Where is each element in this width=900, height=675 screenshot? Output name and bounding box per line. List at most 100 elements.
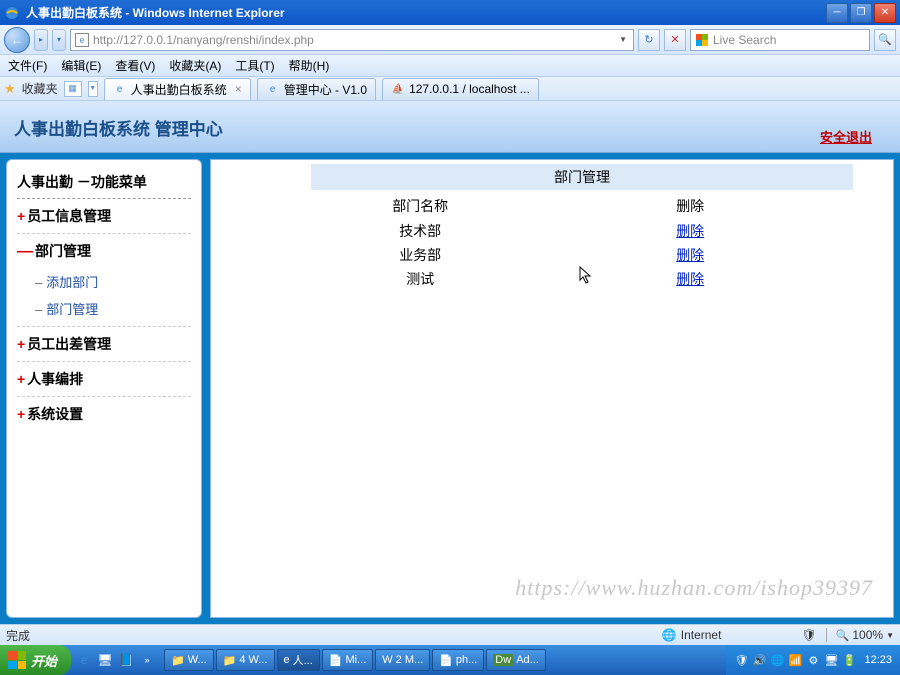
sidebar-item-travel[interactable]: +员工出差管理 [17,327,191,362]
sidebar-item-label: 员工信息管理 [27,208,111,224]
sidebar-item-hr-schedule[interactable]: +人事编排 [17,362,191,397]
tray-icon[interactable]: 🔋 [842,653,856,667]
task-item[interactable]: W2 M... [375,649,430,671]
url-text: http://127.0.0.1/nanyang/renshi/index.ph… [93,33,613,47]
menu-file[interactable]: 文件(F) [8,57,47,74]
col-action: 删除 [529,194,851,218]
app-icon: 📄 [329,654,343,667]
task-label: W... [188,654,207,666]
favorites-star-icon[interactable]: ★ [4,81,16,97]
menu-favorites[interactable]: 收藏夹(A) [169,57,221,74]
ie-icon: e [266,82,280,96]
sidebar-item-label: 人事编排 [27,371,83,387]
globe-icon: 🌐 [662,628,677,642]
logout-link[interactable]: 安全退出 [820,127,872,146]
expand-icon: + [17,336,25,352]
back-button[interactable]: ← [4,27,30,53]
protected-mode-icon: 🛡 [801,628,816,642]
app-icon: 📁 [171,654,185,667]
tray-icon[interactable]: 📶 [788,653,802,667]
status-text: 完成 [6,627,662,644]
task-label: ph... [456,654,477,666]
ie-icon: e [113,82,127,96]
tab-phpmyadmin[interactable]: ⛵ 127.0.0.1 / localhost ... [382,78,539,100]
app-title: 人事出勤白板系统 管理中心 [14,115,223,140]
tray-icon[interactable]: 🛡 [734,653,748,667]
nav-dropdown[interactable]: ▾ [52,29,66,51]
security-zone[interactable]: 🌐 Internet [662,628,722,642]
delete-link[interactable]: 删除 [676,271,704,287]
search-button[interactable]: 🔍 [874,29,896,51]
system-tray: 🛡 🔊 🌐 📶 ⚙ 🖥 🔋 12:23 [726,645,900,675]
sidebar-sub-add-dept[interactable]: –添加部门 [17,268,191,295]
task-label: 人... [293,652,313,668]
task-item[interactable]: 📄ph... [432,649,484,671]
tab-renshi[interactable]: e 人事出勤白板系统 × [104,78,251,100]
menu-view[interactable]: 查看(V) [115,57,155,74]
ql-desktop-icon[interactable]: 🖥 [96,651,114,669]
zoom-control[interactable]: 🛡 🔍 100% ▼ [801,628,894,642]
page-viewport: 人事出勤白板系统 管理中心 安全退出 人事出勤 －功能菜单 +员工信息管理 —部… [0,101,900,624]
favorites-dropdown-icon[interactable]: ▼ [88,81,98,97]
task-label: Ad... [516,654,539,666]
tray-icon[interactable]: ⚙ [806,653,820,667]
tab-close-icon[interactable]: × [235,82,242,96]
favorites-label[interactable]: 收藏夹 [22,80,58,97]
address-dropdown-icon[interactable]: ▼ [617,35,629,44]
live-search-icon [695,33,709,47]
nav-toolbar: ← ▸ ▾ e http://127.0.0.1/nanyang/renshi/… [0,25,900,55]
app-body: 人事出勤 －功能菜单 +员工信息管理 —部门管理 –添加部门 –部门管理 +员工… [0,153,900,624]
menu-help[interactable]: 帮助(H) [289,57,330,74]
task-item[interactable]: e人... [277,649,320,671]
start-button[interactable]: 开始 [0,645,71,675]
zoom-dropdown-icon[interactable]: ▼ [886,631,894,640]
sidebar-item-dept[interactable]: —部门管理 [17,234,191,268]
delete-link[interactable]: 删除 [676,247,704,263]
zone-label: Internet [681,628,722,642]
sidebar-item-employee-info[interactable]: +员工信息管理 [17,199,191,234]
ql-ie-icon[interactable]: e [75,651,93,669]
sidebar-sub-label[interactable]: 部门管理 [46,302,98,317]
clock[interactable]: 12:23 [864,654,892,666]
address-bar[interactable]: e http://127.0.0.1/nanyang/renshi/index.… [70,29,634,51]
windows-logo-icon [8,651,26,669]
ql-more-icon[interactable]: » [138,651,156,669]
tab-admin[interactable]: e 管理中心 - V1.0 [257,78,376,100]
menu-tools[interactable]: 工具(T) [235,57,274,74]
sidebar-item-label: 系统设置 [27,406,83,422]
maximize-button[interactable]: ❐ [850,3,872,23]
window-title: 人事出勤白板系统 - Windows Internet Explorer [26,4,826,21]
stop-button[interactable]: ✕ [664,29,686,51]
app-icon: 📄 [439,654,453,667]
sidebar-sub-label[interactable]: 添加部门 [46,275,98,290]
dept-name: 业务部 [313,244,527,266]
task-item[interactable]: 📁W... [164,649,214,671]
minimize-button[interactable]: ─ [826,3,848,23]
search-box[interactable]: Live Search [690,29,870,51]
sidebar-item-label: 员工出差管理 [27,336,111,352]
tray-icon[interactable]: 🖥 [824,653,838,667]
refresh-button[interactable]: ↻ [638,29,660,51]
delete-link[interactable]: 删除 [676,223,704,239]
forward-button[interactable]: ▸ [34,29,48,51]
tray-icon[interactable]: 🔊 [752,653,766,667]
expand-icon: + [17,208,25,224]
sidebar-sub-manage-dept[interactable]: –部门管理 [17,295,191,327]
task-item[interactable]: 📁4 W... [216,649,275,671]
ie-icon: e [284,654,290,666]
task-items: 📁W... 📁4 W... e人... 📄Mi... W2 M... 📄ph..… [160,648,726,672]
ql-app-icon[interactable]: 📘 [117,651,135,669]
menu-edit[interactable]: 编辑(E) [61,57,101,74]
collapse-icon: — [17,243,33,260]
favorites-grid-icon[interactable]: ▦ [64,81,82,97]
dept-name: 技术部 [313,220,527,242]
task-item[interactable]: DwAd... [486,649,546,671]
dept-table: 部门名称 删除 技术部 删除 业务部 删除 测试 删除 [311,192,853,292]
sidebar-item-system[interactable]: +系统设置 [17,397,191,431]
task-item[interactable]: 📄Mi... [322,649,373,671]
table-row: 技术部 删除 [313,220,851,242]
sidebar-title: 人事出勤 －功能菜单 [17,166,191,199]
close-button[interactable]: ✕ [874,3,896,23]
start-label: 开始 [31,651,57,670]
tray-icon[interactable]: 🌐 [770,653,784,667]
